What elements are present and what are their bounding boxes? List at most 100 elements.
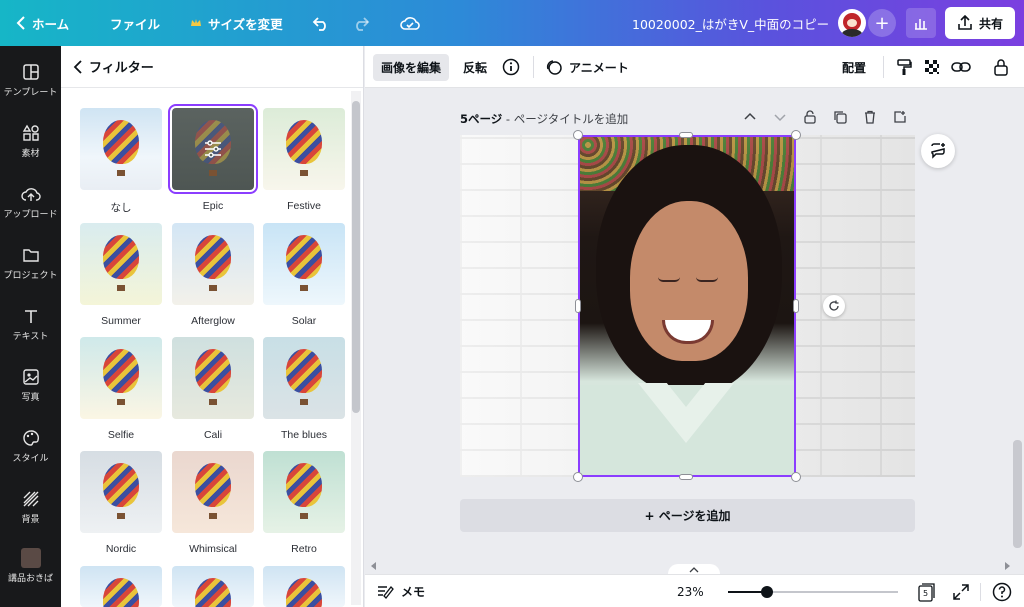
home-label: ホーム: [32, 16, 70, 32]
filter-panel-header[interactable]: フィルター: [61, 46, 363, 88]
canvas-vertical-scrollbar[interactable]: [1011, 88, 1024, 560]
filter-option[interactable]: なし: [80, 108, 162, 215]
filter-thumbnail[interactable]: [172, 337, 254, 419]
resize-handle-bottom-right[interactable]: [791, 472, 801, 482]
filter-option[interactable]: Epic: [168, 104, 258, 212]
rotate-handle[interactable]: [823, 295, 845, 317]
sidebar-item-styles[interactable]: スタイル: [0, 428, 61, 464]
duplicate-page-icon[interactable]: [833, 110, 847, 124]
user-avatar[interactable]: [838, 0, 866, 46]
filter-thumbnail[interactable]: [263, 451, 345, 533]
filter-thumbnail[interactable]: [80, 337, 162, 419]
sidebar-item-templates[interactable]: テンプレート: [0, 62, 61, 98]
home-button[interactable]: ホーム: [16, 0, 69, 46]
filter-option[interactable]: Cali: [172, 337, 254, 441]
invite-button[interactable]: +: [868, 0, 896, 46]
filter-option[interactable]: Nordic: [80, 451, 162, 555]
insights-button[interactable]: [906, 0, 936, 46]
add-page-button[interactable]: + ページを追加: [460, 499, 915, 532]
copy-style-button[interactable]: [895, 46, 913, 88]
resize-handle-top[interactable]: [679, 132, 693, 138]
sidebar-item-background[interactable]: 背景: [0, 489, 61, 525]
help-button[interactable]: [992, 575, 1012, 607]
resize-button[interactable]: サイズを変更: [190, 0, 283, 46]
resize-handle-top-right[interactable]: [791, 130, 801, 140]
filter-thumbnail[interactable]: [263, 108, 345, 190]
filter-thumbnail[interactable]: [168, 104, 258, 194]
document-title[interactable]: 10020002_はがきV_中面のコピー: [632, 0, 829, 46]
fullscreen-button[interactable]: [953, 575, 969, 607]
scroll-right-icon[interactable]: [1003, 562, 1011, 570]
zoom-percent[interactable]: 23%: [677, 575, 704, 607]
add-comment-button[interactable]: [921, 134, 955, 168]
resize-handle-bottom[interactable]: [679, 474, 693, 480]
undo-button[interactable]: [312, 0, 330, 46]
filter-option[interactable]: Festive: [263, 108, 345, 212]
page-grid-button[interactable]: 5: [917, 575, 935, 607]
filter-thumbnail[interactable]: [80, 108, 162, 190]
sidebar-item-custom-app[interactable]: 講品おきば: [0, 548, 61, 584]
filter-name: The blues: [280, 429, 328, 441]
sidebar-item-text[interactable]: テキスト: [0, 306, 61, 342]
resize-handle-right[interactable]: [793, 299, 799, 313]
filter-thumbnail[interactable]: [80, 223, 162, 305]
edit-image-button[interactable]: 画像を編集: [373, 46, 450, 88]
cloud-saved-button[interactable]: [400, 0, 420, 46]
page-lock-icon[interactable]: [803, 110, 817, 124]
link-button[interactable]: [951, 46, 971, 88]
panel-scrollbar[interactable]: [351, 91, 361, 605]
adjust-sliders-icon[interactable]: [202, 138, 224, 160]
filter-name: Whimsical: [189, 543, 237, 555]
page-title-placeholder[interactable]: - ページタイトルを追加: [502, 112, 628, 126]
filter-option[interactable]: Retro: [263, 451, 345, 555]
filter-name: Nordic: [105, 543, 137, 555]
scroll-left-icon[interactable]: [370, 562, 378, 570]
filter-option[interactable]: Solar: [263, 223, 345, 327]
filter-thumbnail[interactable]: [172, 566, 254, 607]
balloon-basket: [117, 513, 125, 519]
lock-button[interactable]: [993, 46, 1009, 88]
filter-option[interactable]: Selfie: [80, 337, 162, 441]
animate-button[interactable]: アニメート: [545, 46, 629, 88]
page-up-icon[interactable]: [743, 110, 757, 124]
panel-scroll-thumb[interactable]: [352, 101, 360, 413]
info-button[interactable]: [502, 46, 520, 88]
filter-option[interactable]: Summer: [80, 223, 162, 327]
delete-page-icon[interactable]: [863, 110, 877, 124]
filter-thumbnail[interactable]: [263, 566, 345, 607]
resize-handle-top-left[interactable]: [573, 130, 583, 140]
page-title-row[interactable]: 5ページ - ページタイトルを追加: [460, 111, 628, 127]
share-button[interactable]: 共有: [945, 0, 1016, 46]
zoom-slider[interactable]: [728, 586, 898, 598]
transparency-button[interactable]: [923, 46, 941, 88]
filter-thumbnail[interactable]: [172, 451, 254, 533]
filter-thumbnail[interactable]: [263, 223, 345, 305]
position-button[interactable]: 配置: [842, 46, 866, 88]
notes-label: メモ: [401, 585, 426, 599]
design-canvas[interactable]: 5ページ - ページタイトルを追加 + ページを追加: [365, 88, 1010, 560]
notes-button[interactable]: メモ: [377, 575, 425, 607]
zoom-slider-knob[interactable]: [761, 586, 774, 598]
page-down-icon[interactable]: [773, 110, 787, 124]
back-chevron-icon[interactable]: [73, 59, 83, 74]
filter-thumbnail[interactable]: [263, 337, 345, 419]
resize-handle-bottom-left[interactable]: [573, 472, 583, 482]
filter-thumbnail[interactable]: [172, 223, 254, 305]
file-menu-button[interactable]: ファイル: [110, 0, 160, 46]
add-page-icon[interactable]: [893, 110, 907, 124]
flip-label: 反転: [463, 60, 488, 75]
filter-option[interactable]: The blues: [263, 337, 345, 441]
filter-option[interactable]: Whimsical: [172, 451, 254, 555]
canvas-vertical-scroll-thumb[interactable]: [1013, 440, 1022, 548]
sidebar-item-label: アップロード: [3, 210, 58, 220]
sidebar-item-projects[interactable]: プロジェクト: [0, 245, 61, 281]
sidebar-item-uploads[interactable]: アップロード: [0, 184, 61, 220]
sidebar-item-photos[interactable]: 写真: [0, 367, 61, 403]
resize-handle-left[interactable]: [575, 299, 581, 313]
filter-thumbnail[interactable]: [80, 566, 162, 607]
filter-option[interactable]: Afterglow: [172, 223, 254, 327]
flip-button[interactable]: 反転: [463, 46, 487, 88]
sidebar-item-elements[interactable]: 素材: [0, 123, 61, 159]
redo-button[interactable]: [352, 0, 370, 46]
filter-thumbnail[interactable]: [80, 451, 162, 533]
